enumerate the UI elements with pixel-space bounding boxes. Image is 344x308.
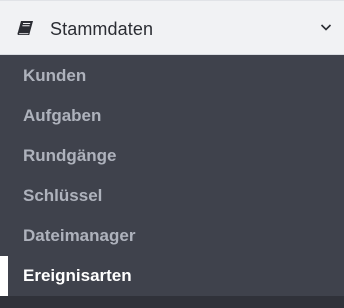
menu-item-label: Ereignisarten bbox=[23, 266, 132, 285]
sidebar-section: Stammdaten Kunden Aufgaben Rundgänge Sch… bbox=[0, 0, 344, 308]
sidebar-bottom-strip bbox=[0, 296, 344, 308]
menu-item-label: Rundgänge bbox=[23, 146, 117, 165]
menu-item-schluessel[interactable]: Schlüssel bbox=[0, 176, 344, 216]
menu-item-label: Aufgaben bbox=[23, 106, 102, 125]
menu-item-ereignisarten[interactable]: Ereignisarten bbox=[0, 256, 344, 296]
menu-item-kunden[interactable]: Kunden bbox=[0, 55, 344, 96]
menu-item-label: Dateimanager bbox=[23, 226, 136, 245]
menu-item-aufgaben[interactable]: Aufgaben bbox=[0, 96, 344, 136]
chevron-down-icon[interactable] bbox=[320, 23, 332, 32]
active-indicator bbox=[0, 256, 8, 296]
stammdaten-section-header[interactable]: Stammdaten bbox=[0, 0, 344, 55]
stammdaten-submenu: Kunden Aufgaben Rundgänge Schlüssel Date… bbox=[0, 55, 344, 296]
book-icon bbox=[17, 21, 33, 35]
menu-item-rundgaenge[interactable]: Rundgänge bbox=[0, 136, 344, 176]
section-title: Stammdaten bbox=[50, 19, 154, 39]
menu-item-label: Kunden bbox=[23, 65, 87, 85]
menu-item-label: Schlüssel bbox=[23, 186, 103, 205]
menu-item-dateimanager[interactable]: Dateimanager bbox=[0, 216, 344, 256]
